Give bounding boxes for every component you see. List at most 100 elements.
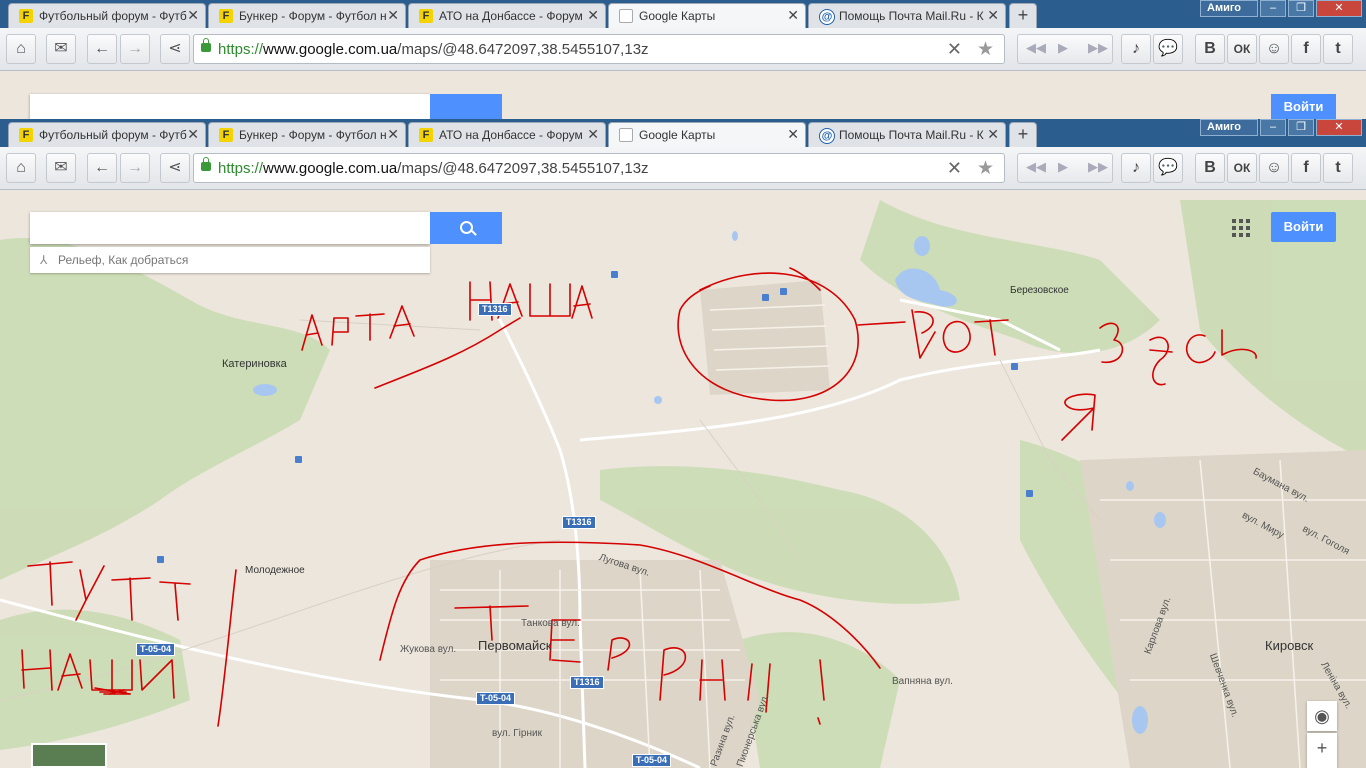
street-girnik: вул. Гірник <box>492 728 542 739</box>
browser-toolbar: ⌂ ✉ ← → ⋖ https://www.google.com.ua/maps… <box>0 147 1366 190</box>
tab[interactable]: F АТО на Донбассе - Форум ✕ <box>408 122 606 147</box>
my-location-button[interactable]: ◉ <box>1307 701 1337 731</box>
new-tab-button[interactable]: + <box>1009 3 1037 28</box>
mail-button[interactable]: ✉ <box>46 153 76 183</box>
fast-forward-icon[interactable]: ▶▶ <box>1088 159 1108 175</box>
close-icon[interactable]: ✕ <box>387 126 399 143</box>
town-berezovskoe: Березовское <box>1010 285 1069 296</box>
tab-strip: F Футбольный форум - Футб ✕ F Бункер - Фору… <box>0 0 1366 28</box>
mail-icon: @ <box>819 9 835 25</box>
music-button[interactable]: ♪ <box>1121 153 1151 183</box>
tab[interactable]: @ Помощь Почта Mail.Ru - К ✕ <box>808 122 1006 147</box>
maps-icon <box>619 9 633 23</box>
satellite-thumbnail[interactable] <box>31 743 107 768</box>
close-window-button[interactable]: ✕ <box>1316 119 1362 136</box>
apps-grid-icon[interactable] <box>1232 219 1250 237</box>
clear-icon[interactable]: ✕ <box>947 39 962 60</box>
close-icon[interactable]: ✕ <box>787 126 799 143</box>
close-window-button[interactable]: ✕ <box>1316 0 1362 17</box>
tab[interactable]: F Футбольный форум - Футб ✕ <box>8 122 206 147</box>
share-button[interactable]: ⋖ <box>160 34 190 64</box>
tab-label: АТО на Донбассе - Форум <box>439 9 583 23</box>
minimize-button[interactable]: – <box>1260 119 1286 136</box>
forward-button[interactable]: → <box>120 153 150 183</box>
home-button[interactable]: ⌂ <box>6 34 36 64</box>
road-shield: T-05-04 <box>136 643 176 656</box>
facebook-button[interactable]: f <box>1291 153 1321 183</box>
profile-menu[interactable]: Амиго <box>1200 119 1258 136</box>
rewind-icon[interactable]: ◀◀ <box>1026 159 1046 175</box>
tab-label: Бункер - Форум - Футбол н <box>239 9 387 23</box>
tab[interactable]: F Бункер - Форум - Футбол н ✕ <box>208 122 406 147</box>
mail-icon: @ <box>819 128 835 144</box>
lock-icon <box>201 157 211 171</box>
tab[interactable]: F АТО на Донбассе - Форум ✕ <box>408 3 606 28</box>
close-icon[interactable]: ✕ <box>387 7 399 24</box>
close-icon[interactable]: ✕ <box>187 7 199 24</box>
maps-suggestion-bar[interactable]: ⅄ Рельеф, Как добраться <box>30 247 430 273</box>
music-button[interactable]: ♪ <box>1121 34 1151 64</box>
tab-label: АТО на Донбассе - Форум <box>439 128 583 142</box>
profile-menu[interactable]: Амиго <box>1200 0 1258 17</box>
close-icon[interactable]: ✕ <box>987 126 999 143</box>
tab[interactable]: F Бункер - Форум - Футбол н ✕ <box>208 3 406 28</box>
chat-button[interactable]: 💬 <box>1153 34 1183 64</box>
forum-icon: F <box>219 128 233 142</box>
browser-chrome-upper: Войти F Футбольный форум - Футб ✕ F Бункер … <box>0 0 1366 119</box>
search-icon <box>460 221 473 234</box>
maximize-button[interactable]: ❐ <box>1288 0 1314 17</box>
street-zhukova: Жукова вул. <box>400 644 457 655</box>
town-pervomaysk: Первомайск <box>478 638 552 653</box>
mail-button[interactable]: ✉ <box>46 34 76 64</box>
address-bar[interactable]: https://www.google.com.ua/maps/@48.64720… <box>193 34 1005 64</box>
close-icon[interactable]: ✕ <box>787 7 799 24</box>
play-icon[interactable]: ▶ <box>1058 159 1068 175</box>
url-text: https://www.google.com.ua/maps/@48.64720… <box>218 160 649 177</box>
star-icon[interactable]: ★ <box>977 38 994 61</box>
forward-button[interactable]: → <box>120 34 150 64</box>
odnoklassniki-button[interactable]: ОК <box>1227 34 1257 64</box>
chat-button[interactable]: 💬 <box>1153 153 1183 183</box>
address-bar[interactable]: https://www.google.com.ua/maps/@48.64720… <box>193 153 1005 183</box>
maps-search-button-ghost <box>430 94 502 119</box>
home-button[interactable]: ⌂ <box>6 153 36 183</box>
back-button[interactable]: ← <box>87 34 117 64</box>
clear-icon[interactable]: ✕ <box>947 158 962 179</box>
share-button[interactable]: ⋖ <box>160 153 190 183</box>
minimize-button[interactable]: – <box>1260 0 1286 17</box>
road-shield: T1316 <box>562 516 596 529</box>
maximize-button[interactable]: ❐ <box>1288 119 1314 136</box>
facebook-button[interactable]: f <box>1291 34 1321 64</box>
rewind-icon[interactable]: ◀◀ <box>1026 40 1046 56</box>
tab-google-maps[interactable]: Google Карты ✕ <box>608 3 806 28</box>
close-icon[interactable]: ✕ <box>187 126 199 143</box>
forum-icon: F <box>419 9 433 23</box>
tab[interactable]: @ Помощь Почта Mail.Ru - К ✕ <box>808 3 1006 28</box>
map-strip: Войти <box>0 70 1366 119</box>
close-icon[interactable]: ✕ <box>987 7 999 24</box>
vk-button[interactable]: В <box>1195 34 1225 64</box>
close-icon[interactable]: ✕ <box>587 7 599 24</box>
friends-button[interactable]: ☺ <box>1259 34 1289 64</box>
friends-button[interactable]: ☺ <box>1259 153 1289 183</box>
maps-search-input-ghost <box>30 94 430 119</box>
zoom-in-button[interactable]: + <box>1307 733 1337 768</box>
play-icon[interactable]: ▶ <box>1058 40 1068 56</box>
tab-google-maps[interactable]: Google Карты ✕ <box>608 122 806 147</box>
vk-button[interactable]: В <box>1195 153 1225 183</box>
target-icon: ◉ <box>1314 706 1330 726</box>
close-icon[interactable]: ✕ <box>587 126 599 143</box>
twitter-button[interactable]: t <box>1323 34 1353 64</box>
maps-search-input[interactable] <box>30 212 430 244</box>
star-icon[interactable]: ★ <box>977 157 994 180</box>
fast-forward-icon[interactable]: ▶▶ <box>1088 40 1108 56</box>
tab-label: Футбольный форум - Футб <box>39 9 187 23</box>
new-tab-button[interactable]: + <box>1009 122 1037 147</box>
odnoklassniki-button[interactable]: ОК <box>1227 153 1257 183</box>
twitter-button[interactable]: t <box>1323 153 1353 183</box>
tab[interactable]: F Футбольный форум - Футб ✕ <box>8 3 206 28</box>
sign-in-button[interactable]: Войти <box>1271 212 1336 242</box>
maps-icon <box>619 128 633 142</box>
maps-search-button[interactable] <box>430 212 502 244</box>
back-button[interactable]: ← <box>87 153 117 183</box>
